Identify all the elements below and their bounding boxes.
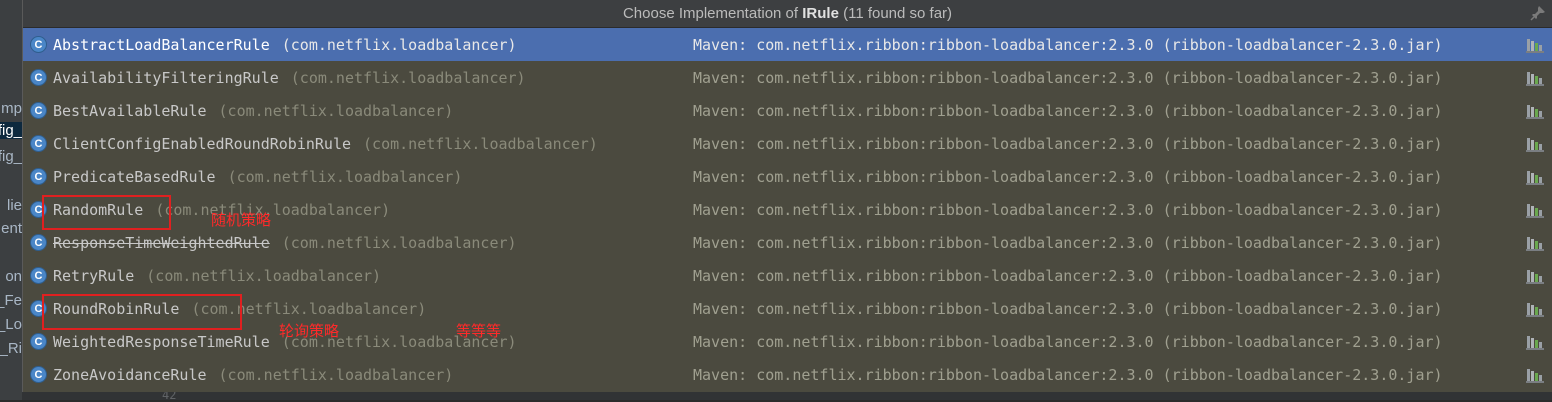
class-name-cell: AbstractLoadBalancerRule (com.netflix.loa…: [53, 36, 517, 54]
choose-implementation-popup: Choose Implementation of IRule (11 found…: [22, 0, 1552, 392]
class-icon: C: [30, 366, 47, 383]
class-name: AbstractLoadBalancerRule: [53, 35, 270, 54]
package-name: (com.netflix.loadbalancer): [155, 200, 391, 219]
library-jar-icon: [1526, 336, 1544, 350]
library-jar-icon: [1526, 369, 1544, 383]
class-name-cell: RetryRule (com.netflix.loadbalancer): [53, 267, 381, 285]
editor-text-fragment[interactable]: fig_: [0, 122, 22, 139]
title-prefix: Choose Implementation of: [622, 5, 803, 22]
editor-text-fragment: _Ri: [0, 340, 22, 357]
library-source: Maven: com.netflix.ribbon:ribbon-loadbal…: [693, 167, 1443, 186]
package-name: (com.netflix.loadbalancer): [146, 266, 382, 285]
library-jar-icon: [1526, 72, 1544, 86]
annotation-roundrobin-label: 轮询策略: [279, 322, 340, 340]
library-source: Maven: com.netflix.ribbon:ribbon-loadbal…: [693, 134, 1443, 153]
library-jar-icon: [1526, 270, 1544, 284]
class-icon: C: [30, 135, 47, 152]
editor-gutter-fragment: mp fig_ fig_ lie ent on _Fe _Lo _Ri: [0, 0, 22, 400]
class-name: PredicateBasedRule: [53, 167, 216, 186]
package-name: (com.netflix.loadbalancer): [363, 134, 598, 153]
library-jar-icon: [1526, 171, 1544, 185]
editor-text-fragment: on: [5, 268, 22, 285]
implementation-row[interactable]: C ResponseTimeWeightedRule (com.netflix.lo…: [23, 226, 1552, 259]
editor-bottom-area: 42: [22, 388, 1552, 402]
implementation-row[interactable]: C PredicateBasedRule (com.netflix.loadbala…: [23, 160, 1552, 193]
library-jar-icon: [1526, 105, 1544, 119]
implementation-row[interactable]: C ClientConfigEnabledRoundRobinRule (com.n…: [23, 127, 1552, 160]
library-jar-icon: [1526, 39, 1544, 53]
package-name: (com.netflix.loadbalancer): [281, 35, 517, 54]
library-source: Maven: com.netflix.ribbon:ribbon-loadbal…: [693, 299, 1443, 318]
class-icon: C: [30, 333, 47, 350]
library-source: Maven: com.netflix.ribbon:ribbon-loadbal…: [693, 233, 1443, 252]
implementation-row[interactable]: C BestAvailableRule (com.netflix.loadbalan…: [23, 94, 1552, 127]
class-icon: C: [30, 102, 47, 119]
class-name-cell: ResponseTimeWeightedRule (com.netflix.loa…: [53, 234, 517, 252]
title-count: (11 found so far): [838, 5, 953, 22]
library-source: Maven: com.netflix.ribbon:ribbon-loadbal…: [693, 68, 1443, 87]
editor-text-fragment: _Lo: [0, 316, 22, 333]
annotation-etc-label: 等等等: [456, 322, 502, 340]
implementation-row[interactable]: C AvailabilityFilteringRule (com.netflix.l…: [23, 61, 1552, 94]
library-source: Maven: com.netflix.ribbon:ribbon-loadbal…: [693, 200, 1443, 219]
class-name-cell: AvailabilityFilteringRule (com.netflix.lo…: [53, 69, 526, 87]
class-icon: C: [30, 168, 47, 185]
library-jar-icon: [1526, 204, 1544, 218]
annotation-random-label: 随机策略: [211, 211, 272, 229]
class-name: RetryRule: [53, 266, 135, 285]
popup-title: Choose Implementation of IRule (11 found…: [623, 5, 952, 22]
class-name: BestAvailableRule: [53, 101, 207, 120]
package-name: (com.netflix.loadbalancer): [218, 101, 454, 120]
pin-icon[interactable]: [1530, 5, 1546, 21]
library-jar-icon: [1526, 303, 1544, 317]
annotation-box-random: [42, 195, 171, 230]
class-icon: C: [30, 234, 47, 251]
class-icon: C: [30, 36, 47, 53]
editor-text-fragment: ent: [1, 220, 22, 237]
editor-text-fragment: mp: [1, 100, 22, 117]
editor-text-fragment: _Fe: [0, 292, 22, 309]
class-icon: C: [30, 69, 47, 86]
editor-text-fragment: lie: [6, 197, 22, 214]
library-source: Maven: com.netflix.ribbon:ribbon-loadbal…: [693, 266, 1443, 285]
popup-title-bar: Choose Implementation of IRule (11 found…: [23, 0, 1552, 28]
annotation-box-roundrobin: [42, 294, 242, 330]
class-name-cell: BestAvailableRule (com.netflix.loadbalanc…: [53, 102, 453, 120]
class-name-cell: ClientConfigEnabledRoundRobinRule (com.ne…: [53, 135, 598, 153]
library-jar-icon: [1526, 138, 1544, 152]
class-name-cell: ZoneAvoidanceRule (com.netflix.loadbalanc…: [53, 366, 453, 384]
class-name: AvailabilityFilteringRule: [53, 68, 279, 87]
implementation-row[interactable]: C ZoneAvoidanceRule (com.netflix.loadbalan…: [23, 358, 1552, 391]
implementation-row[interactable]: C WeightedResponseTimeRule (com.netflix.lo…: [23, 325, 1552, 358]
title-interface-name: IRule: [802, 5, 839, 22]
editor-text-fragment: fig_: [0, 148, 22, 165]
implementation-row[interactable]: C AbstractLoadBalancerRule (com.netflix.lo…: [23, 28, 1552, 61]
library-source: Maven: com.netflix.ribbon:ribbon-loadbal…: [693, 35, 1443, 54]
library-source: Maven: com.netflix.ribbon:ribbon-loadbal…: [693, 101, 1443, 120]
class-name: ZoneAvoidanceRule: [53, 365, 207, 384]
library-jar-icon: [1526, 237, 1544, 251]
implementation-row[interactable]: C RetryRule (com.netflix.loadbalancer) Mave…: [23, 259, 1552, 292]
class-name-cell: PredicateBasedRule (com.netflix.loadbalan…: [53, 168, 462, 186]
package-name: (com.netflix.loadbalancer): [281, 233, 517, 252]
class-name: WeightedResponseTimeRule: [53, 332, 270, 351]
package-name: (com.netflix.loadbalancer): [227, 167, 463, 186]
class-icon: C: [30, 267, 47, 284]
library-source: Maven: com.netflix.ribbon:ribbon-loadbal…: [693, 365, 1443, 384]
class-name: ClientConfigEnabledRoundRobinRule: [53, 134, 352, 153]
package-name: (com.netflix.loadbalancer): [218, 365, 454, 384]
implementation-row[interactable]: C RoundRobinRule (com.netflix.loadbalancer…: [23, 292, 1552, 325]
library-source: Maven: com.netflix.ribbon:ribbon-loadbal…: [693, 332, 1443, 351]
package-name: (com.netflix.loadbalancer): [290, 68, 526, 87]
class-name: ResponseTimeWeightedRule: [53, 233, 270, 252]
